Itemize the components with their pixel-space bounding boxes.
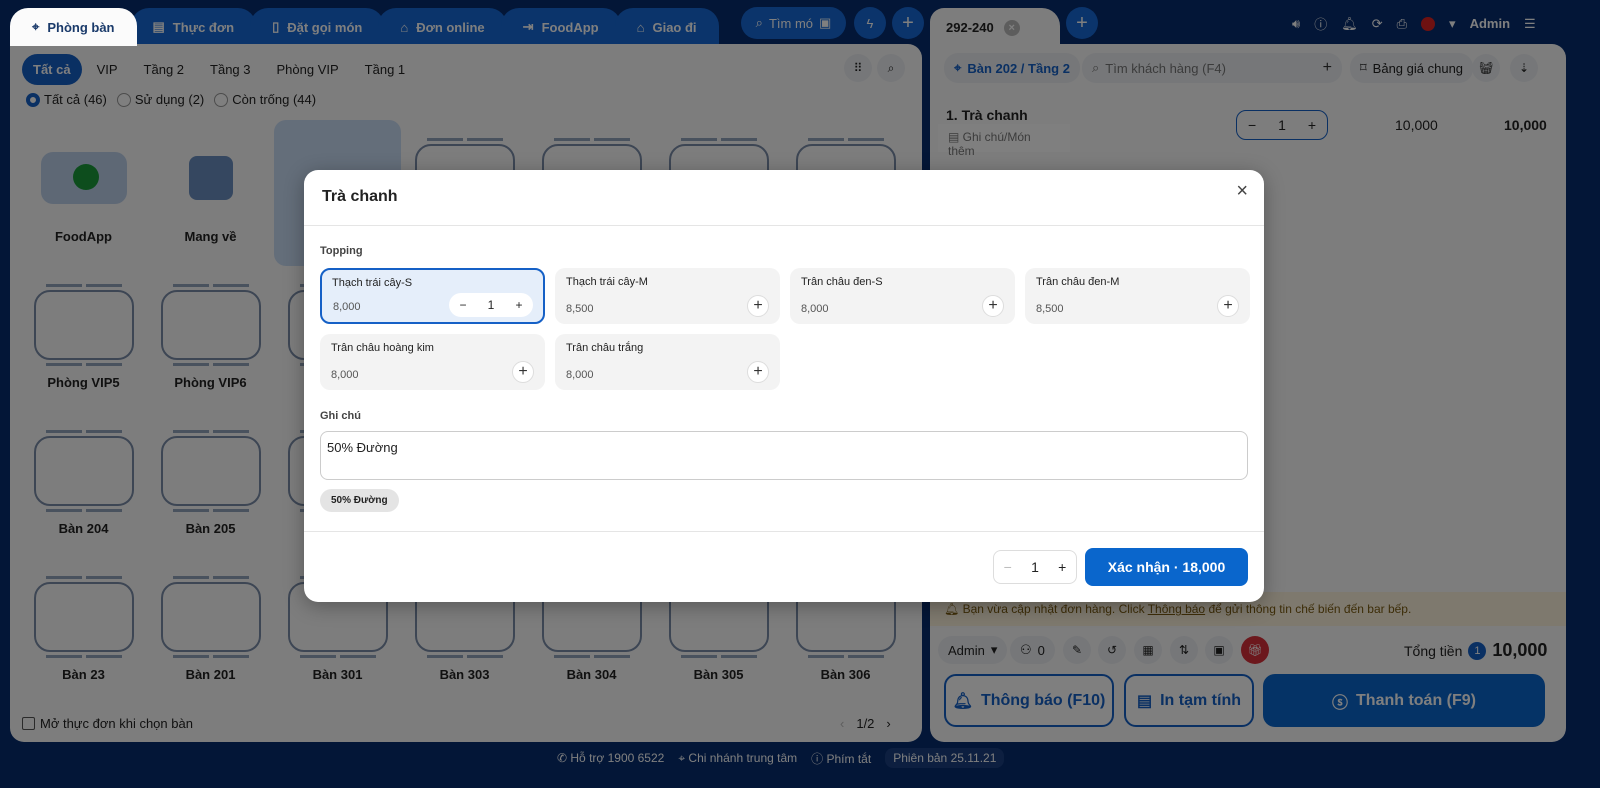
plus-icon[interactable]: + [747, 361, 769, 383]
modal-title: Trà chanh [304, 170, 1264, 226]
quantity-stepper[interactable]: −1 + [993, 550, 1077, 584]
topping-list: Thạch trái cây-S 8,000 −1 + Thạch trái cây… [320, 268, 1250, 390]
plus-icon[interactable]: + [982, 295, 1004, 317]
confirm-button[interactable]: Xác nhận · 18,000 [1085, 548, 1248, 586]
topping-item[interactable]: Thạch trái cây-M 8,500 + [555, 268, 780, 324]
minus-icon[interactable]: − [1004, 559, 1012, 575]
topping-item[interactable]: Trân châu đen-M 8,500 + [1025, 268, 1250, 324]
table-icon: ⌖ [32, 19, 40, 34]
note-suggestion-chip[interactable]: 50% Đường [320, 489, 399, 512]
minus-icon[interactable]: − [460, 298, 467, 312]
topping-item[interactable]: Thạch trái cây-S 8,000 −1 + [320, 268, 545, 324]
topping-label: Topping [320, 245, 363, 257]
topping-item[interactable]: Trân châu trắng 8,000 + [555, 334, 780, 390]
plus-icon[interactable]: + [515, 298, 522, 312]
plus-icon[interactable]: + [1058, 559, 1066, 575]
plus-icon[interactable]: + [747, 295, 769, 317]
topping-item[interactable]: Trân châu đen-S 8,000 + [790, 268, 1015, 324]
topping-qty-stepper[interactable]: −1 + [449, 293, 533, 317]
note-input[interactable]: 50% Đường [320, 431, 1248, 480]
tab-phong-ban[interactable]: ⌖ Phòng bàn [10, 8, 137, 46]
divider [304, 531, 1264, 532]
close-icon[interactable]: × [1236, 180, 1248, 203]
plus-icon[interactable]: + [1217, 295, 1239, 317]
plus-icon[interactable]: + [512, 361, 534, 383]
topping-modal: Trà chanh × Topping Thạch trái cây-S 8,00… [304, 170, 1264, 602]
note-label: Ghi chú [320, 410, 361, 422]
topping-item[interactable]: Trân châu hoàng kim 8,000 + [320, 334, 545, 390]
